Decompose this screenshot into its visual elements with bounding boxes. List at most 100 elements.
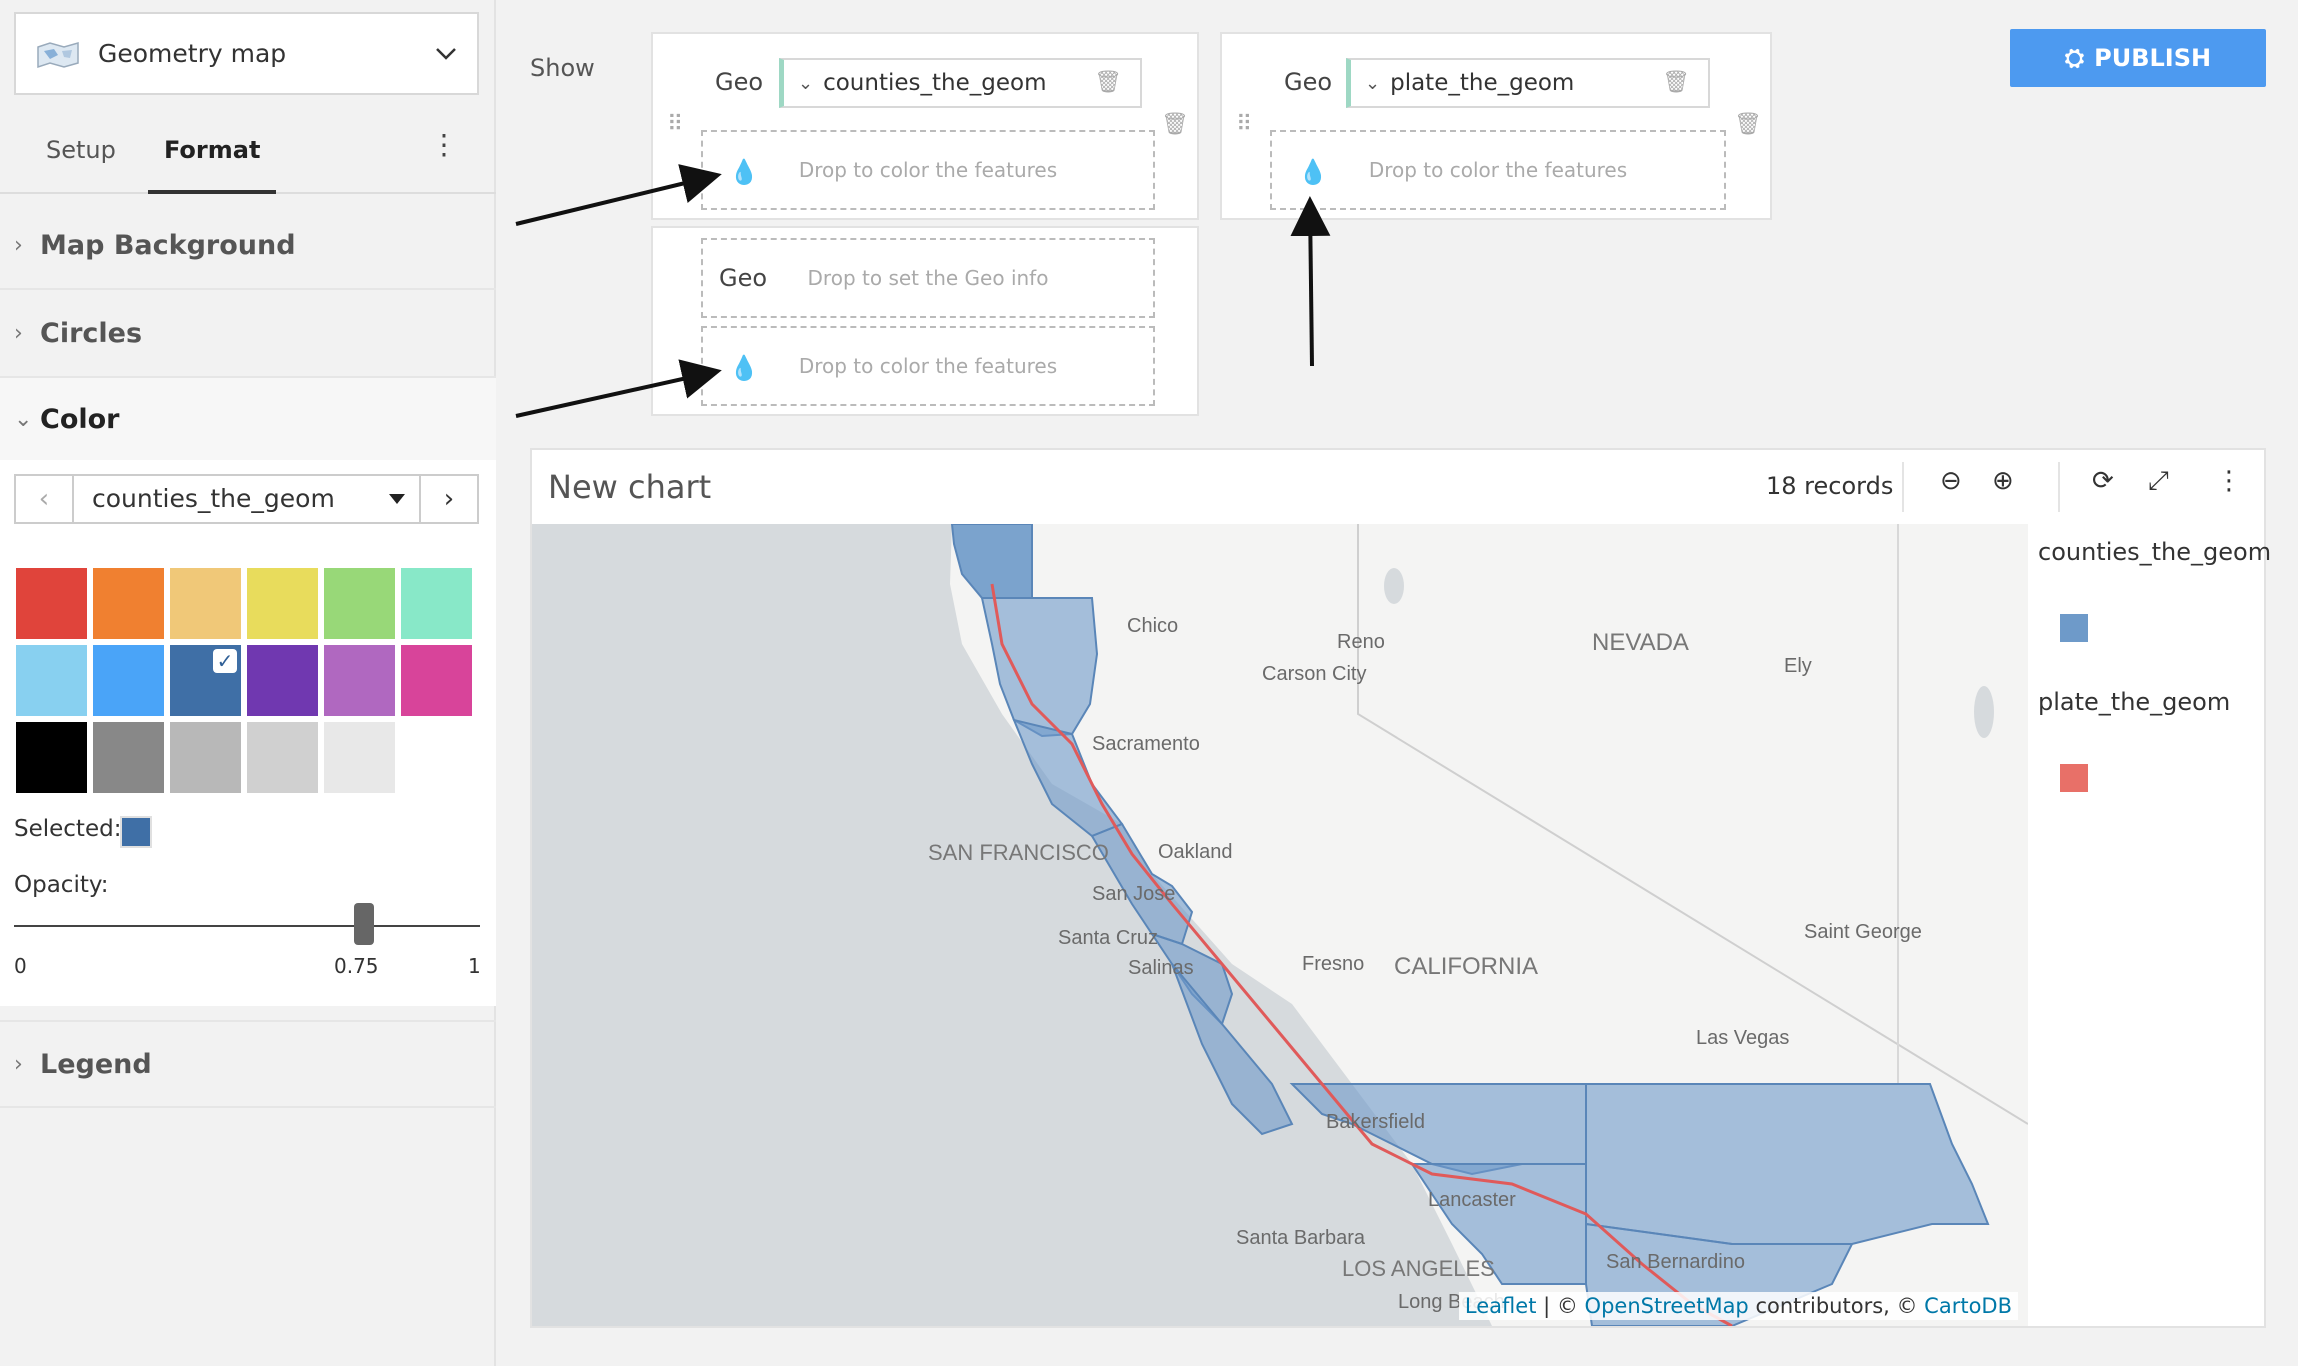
color-swatch[interactable]: [247, 722, 318, 793]
city-label: Santa Cruz: [1058, 927, 1158, 949]
city-label: Las Vegas: [1696, 1027, 1789, 1049]
more-options-icon[interactable]: ⋮: [430, 128, 458, 161]
chevron-right-icon: ›: [14, 320, 23, 346]
selected-color-preview: [120, 816, 152, 848]
divider: [2058, 462, 2060, 512]
chart-card: New chart 18 records ⊖ ⊕ ⟳ ⤢ ⋮ Chico Ren…: [530, 448, 2271, 1328]
zoom-out-icon[interactable]: ⊖: [1940, 466, 1962, 496]
panel-tabs: Setup Format ⋮: [0, 118, 496, 194]
city-label: SAN FRANCISCO: [928, 840, 1109, 865]
color-swatch[interactable]: [247, 568, 318, 639]
publish-icon: ⛭: [2064, 44, 2085, 72]
section-map-background[interactable]: › Map Background: [0, 202, 496, 290]
color-swatch[interactable]: [93, 568, 164, 639]
carto-link[interactable]: CartoDB: [1924, 1294, 2012, 1318]
selected-label: Selected:: [14, 816, 122, 842]
city-label: Carson City: [1262, 663, 1366, 685]
section-legend[interactable]: › Legend: [0, 1020, 496, 1108]
color-settings: ‹ counties_the_geom › ✓ Selected: Opacit…: [0, 460, 496, 1006]
format-panel: Geometry map Setup Format ⋮ › Map Backgr…: [0, 0, 496, 1366]
section-label: Legend: [40, 1048, 152, 1080]
color-swatch[interactable]: [401, 645, 472, 716]
city-label: Oakland: [1158, 841, 1233, 863]
refresh-icon[interactable]: ⟳: [2092, 466, 2114, 496]
section-circles[interactable]: › Circles: [0, 290, 496, 378]
publish-label: PUBLISH: [2094, 44, 2212, 72]
color-swatch[interactable]: [401, 568, 472, 639]
color-swatch[interactable]: [324, 722, 395, 793]
lake: [1384, 568, 1404, 604]
records-count: 18 records: [1766, 472, 1894, 500]
city-label: LOS ANGELES: [1342, 1256, 1495, 1281]
chevron-right-icon: ›: [14, 1051, 23, 1077]
layer-selector: ‹ counties_the_geom ›: [14, 474, 479, 524]
color-swatch[interactable]: ✓: [170, 645, 241, 716]
opacity-slider-track[interactable]: [14, 925, 480, 927]
opacity-slider-thumb[interactable]: [353, 903, 374, 945]
osm-link[interactable]: OpenStreetMap: [1585, 1294, 1749, 1318]
section-label: Color: [40, 403, 120, 435]
more-options-icon[interactable]: ⋮: [2216, 466, 2242, 496]
city-label: Ely: [1784, 655, 1812, 677]
attr-sep: | ©: [1536, 1294, 1585, 1318]
expand-icon[interactable]: ⤢: [2148, 466, 2169, 497]
legend-swatch: [2060, 614, 2088, 642]
arrow-2: [515, 359, 722, 418]
next-layer-button[interactable]: ›: [419, 476, 477, 522]
city-label: Santa Barbara: [1236, 1227, 1366, 1249]
region-label: NEVADA: [1592, 629, 1689, 656]
city-label: Fresno: [1302, 953, 1364, 975]
map-view[interactable]: Chico Reno NEVADA Carson City Ely Sacram…: [532, 524, 2028, 1326]
arrow-3: [1290, 196, 1331, 367]
divider: [1902, 462, 1904, 512]
color-swatch[interactable]: [324, 645, 395, 716]
color-swatch[interactable]: [170, 568, 241, 639]
city-label: Reno: [1337, 631, 1385, 653]
chevron-down-icon: [436, 47, 456, 60]
color-swatch[interactable]: [324, 568, 395, 639]
color-swatch[interactable]: [16, 568, 87, 639]
city-label: Chico: [1127, 615, 1178, 637]
publish-button[interactable]: ⛭ PUBLISH: [2010, 29, 2266, 87]
map-canvas: Chico Reno NEVADA Carson City Ely Sacram…: [532, 524, 2028, 1326]
chevron-right-icon: ›: [14, 232, 23, 258]
layer-dropdown-value: counties_the_geom: [92, 484, 335, 513]
legend-swatch: [2060, 764, 2088, 792]
opacity-mid: 0.75: [334, 954, 379, 978]
leaflet-link[interactable]: Leaflet: [1465, 1294, 1537, 1318]
state-border: [1357, 524, 2028, 1125]
city-label: San Bernardino: [1606, 1251, 1745, 1273]
section-color[interactable]: ⌄ Color: [0, 378, 496, 460]
lake: [1974, 686, 1994, 738]
chart-title[interactable]: New chart: [548, 468, 711, 506]
city-label: San Jose: [1092, 883, 1175, 905]
layer-dropdown[interactable]: counties_the_geom: [74, 476, 419, 522]
city-label: Bakersfield: [1326, 1111, 1425, 1133]
color-swatch[interactable]: [247, 645, 318, 716]
annotation-arrows: [515, 164, 1331, 418]
opacity-min: 0: [14, 954, 27, 978]
chevron-down-icon: ⌄: [14, 406, 33, 432]
section-label: Circles: [40, 317, 143, 349]
city-label: Sacramento: [1092, 733, 1200, 755]
attr-contrib: contributors, ©: [1748, 1294, 1925, 1318]
caret-down-icon: [389, 494, 405, 504]
color-swatch[interactable]: [93, 722, 164, 793]
zoom-in-icon[interactable]: ⊕: [1992, 466, 2014, 496]
legend-item-label: plate_the_geom: [2038, 688, 2231, 716]
tab-format[interactable]: Format: [148, 118, 277, 194]
chart-type-label: Geometry map: [98, 39, 287, 68]
county-shape: [1585, 1083, 1990, 1245]
chart-type-selector[interactable]: Geometry map: [14, 12, 479, 95]
color-swatch[interactable]: [93, 645, 164, 716]
city-label: Salinas: [1128, 957, 1194, 979]
tab-setup[interactable]: Setup: [46, 118, 116, 194]
color-swatch[interactable]: [16, 645, 87, 716]
map-attribution: Leaflet | © OpenStreetMap contributors, …: [1458, 1292, 2018, 1320]
opacity-label: Opacity:: [14, 872, 109, 898]
prev-layer-button[interactable]: ‹: [16, 476, 74, 522]
opacity-max: 1: [468, 954, 481, 978]
city-label: Lancaster: [1428, 1189, 1516, 1211]
color-swatch[interactable]: [16, 722, 87, 793]
color-swatch[interactable]: [170, 722, 241, 793]
